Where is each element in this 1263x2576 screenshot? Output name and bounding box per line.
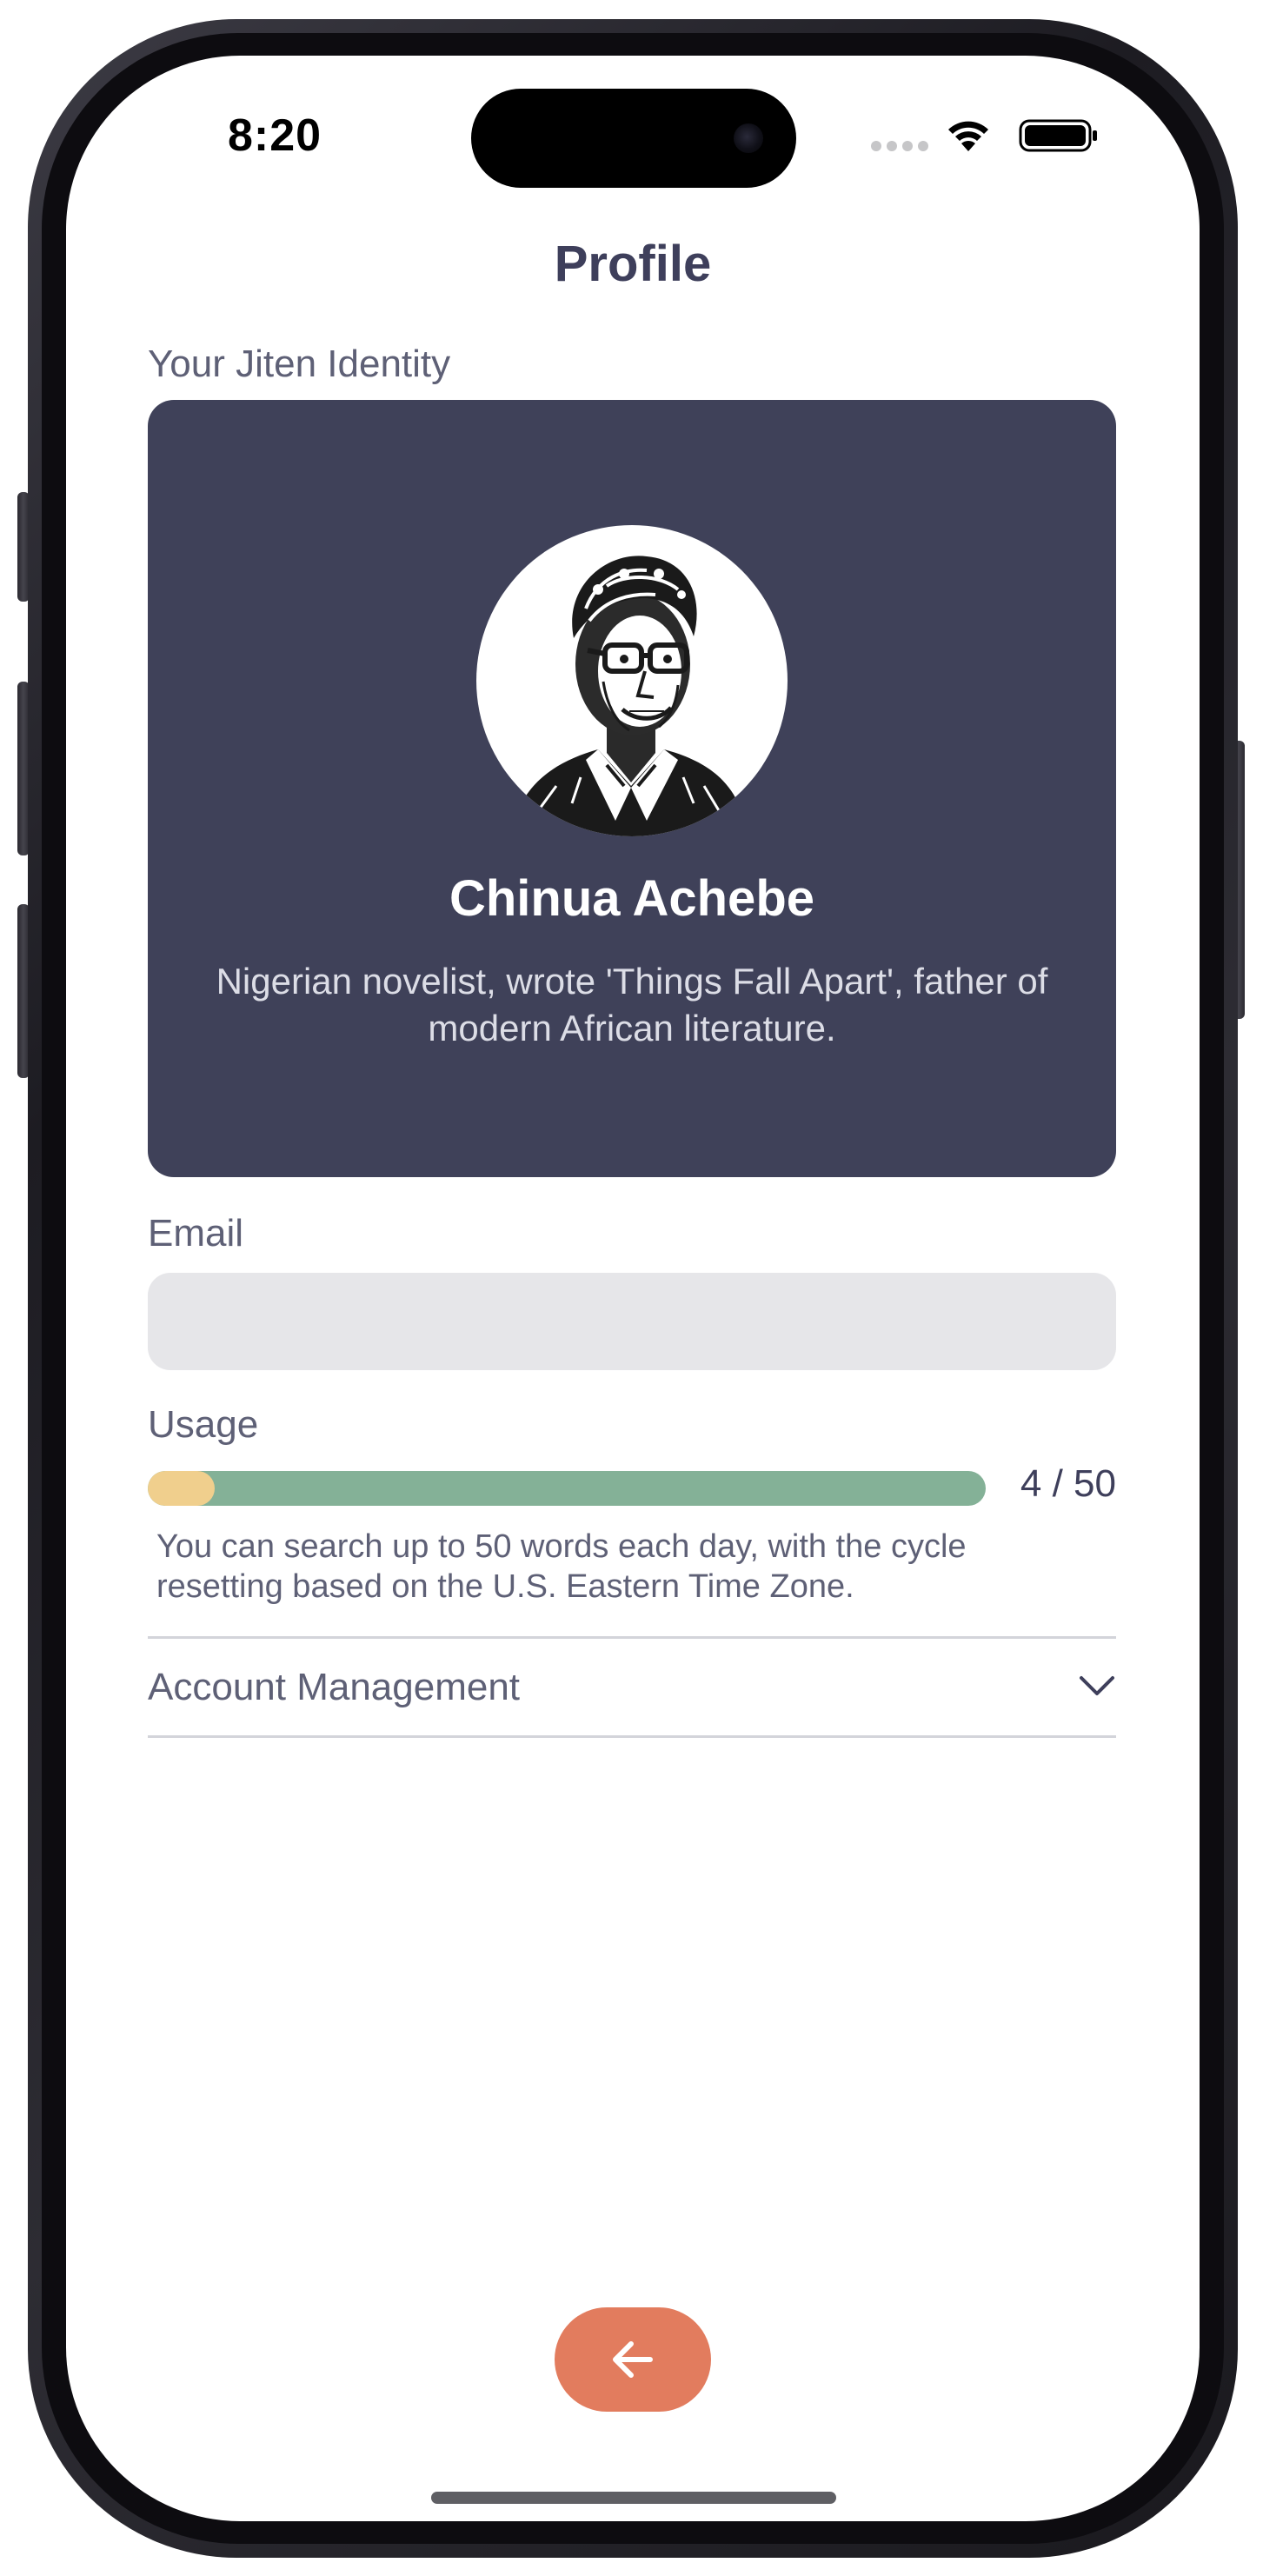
cellular-signal-icon	[871, 141, 928, 151]
status-time: 8:20	[228, 110, 322, 161]
avatar	[476, 525, 788, 836]
back-button[interactable]	[555, 2307, 711, 2412]
identity-description: Nigerian novelist, wrote 'Things Fall Ap…	[216, 961, 1048, 1048]
battery-icon	[1019, 119, 1097, 152]
device-stage: 8:20 Profile Your Jiten Identity Chinua …	[0, 0, 1263, 2576]
portrait-illustration-icon	[511, 556, 748, 836]
identity-section-label: Your Jiten Identity	[148, 343, 451, 385]
usage-progress-fill	[148, 1471, 216, 1506]
email-label: Email	[148, 1212, 244, 1255]
usage-note: You can search up to 50 words each day, …	[156, 1528, 967, 1605]
dynamic-island	[471, 89, 796, 188]
account-management-toggle[interactable]: Account Management	[148, 1638, 1116, 1735]
divider	[148, 1735, 1116, 1738]
app-screen: 8:20 Profile Your Jiten Identity Chinua …	[66, 56, 1200, 2521]
identity-card: Chinua Achebe Nigerian novelist, wrote '…	[148, 400, 1116, 1177]
home-indicator[interactable]	[431, 2492, 836, 2504]
page-title: Profile	[554, 236, 712, 292]
arrow-left-icon	[613, 2341, 653, 2378]
usage-progress-bar	[148, 1471, 986, 1506]
account-management-label: Account Management	[148, 1666, 521, 1708]
chevron-down-icon	[1080, 1676, 1114, 1695]
front-camera-icon	[734, 123, 763, 153]
identity-name: Chinua Achebe	[449, 870, 815, 927]
email-field[interactable]	[148, 1273, 1116, 1370]
usage-count: 4 / 50	[1020, 1462, 1116, 1505]
wifi-icon	[948, 121, 988, 151]
usage-label: Usage	[148, 1403, 259, 1446]
